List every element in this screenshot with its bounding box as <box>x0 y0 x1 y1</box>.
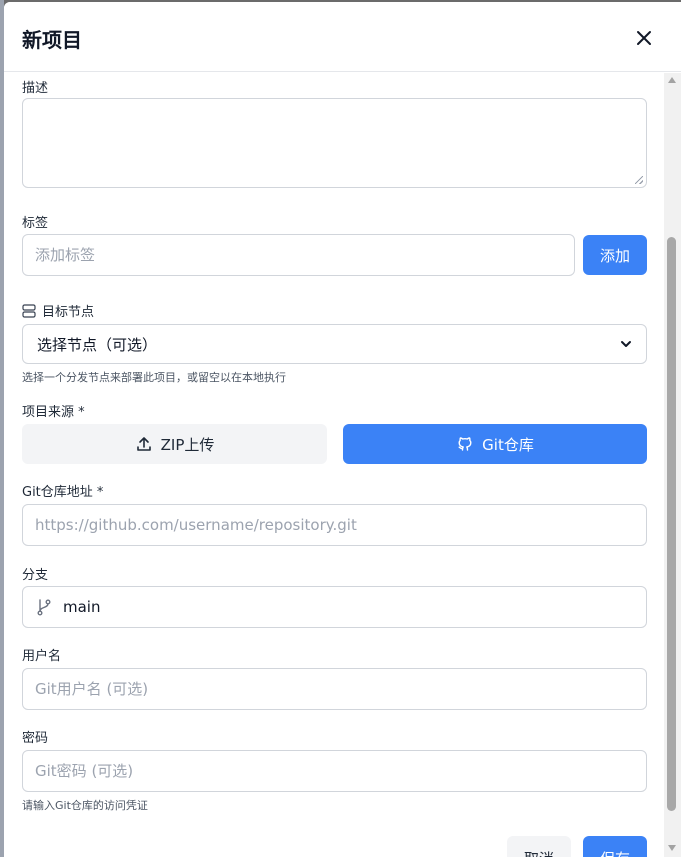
save-button[interactable]: 保存 <box>583 836 647 857</box>
description-textarea[interactable] <box>22 98 647 188</box>
password-input[interactable] <box>22 750 647 792</box>
server-icon <box>22 303 36 318</box>
branch-value: main <box>63 598 101 616</box>
cancel-button[interactable]: 取消 <box>507 836 571 857</box>
tags-label: 标签 <box>22 216 49 231</box>
resize-handle[interactable] <box>635 176 643 184</box>
target-node-label-row: 目标节点 <box>22 301 94 320</box>
new-project-dialog: 新项目 描述 标签 添加 目标节点 选择节点（可选） 选择一个分发 <box>4 2 681 857</box>
target-node-select[interactable]: 选择节点（可选） <box>22 324 647 364</box>
dialog-body: 描述 标签 添加 目标节点 选择节点（可选） 选择一个分发节点来部署此项目，或留… <box>4 73 664 857</box>
git-url-input[interactable] <box>22 504 647 546</box>
close-button[interactable] <box>632 26 656 50</box>
branch-label: 分支 <box>22 568 49 583</box>
dialog-scrollbar[interactable] <box>664 73 681 857</box>
description-label: 描述 <box>22 81 49 96</box>
target-node-label: 目标节点 <box>42 305 95 320</box>
username-input[interactable] <box>22 668 647 710</box>
dialog-header: 新项目 <box>4 2 681 72</box>
close-icon <box>637 31 651 45</box>
username-label: 用户名 <box>22 649 62 664</box>
git-repo-button[interactable]: Git仓库 <box>343 424 647 464</box>
zip-upload-button[interactable]: ZIP上传 <box>22 424 327 464</box>
target-node-hint: 选择一个分发节点来部署此项目，或留空以在本地执行 <box>22 371 286 384</box>
tag-input[interactable] <box>22 234 575 276</box>
add-tag-button[interactable]: 添加 <box>583 235 647 275</box>
password-label: 密码 <box>22 731 49 746</box>
github-icon <box>458 437 472 451</box>
branch-input[interactable]: main <box>22 586 647 628</box>
credentials-hint: 请输入Git仓库的访问凭证 <box>22 799 148 812</box>
target-node-selected: 选择节点（可选） <box>37 335 158 354</box>
scroll-thumb[interactable] <box>667 237 676 811</box>
dialog-title: 新项目 <box>22 28 82 52</box>
git-repo-label: Git仓库 <box>482 435 534 454</box>
scroll-up-arrow-icon[interactable] <box>668 77 676 83</box>
scroll-down-arrow-icon[interactable] <box>668 845 676 851</box>
source-label: 项目来源 * <box>22 405 85 420</box>
git-branch-icon <box>37 599 51 616</box>
git-url-label: Git仓库地址 * <box>22 485 104 500</box>
zip-upload-label: ZIP上传 <box>160 435 215 454</box>
upload-icon <box>136 437 151 451</box>
chevron-down-icon <box>621 341 631 347</box>
